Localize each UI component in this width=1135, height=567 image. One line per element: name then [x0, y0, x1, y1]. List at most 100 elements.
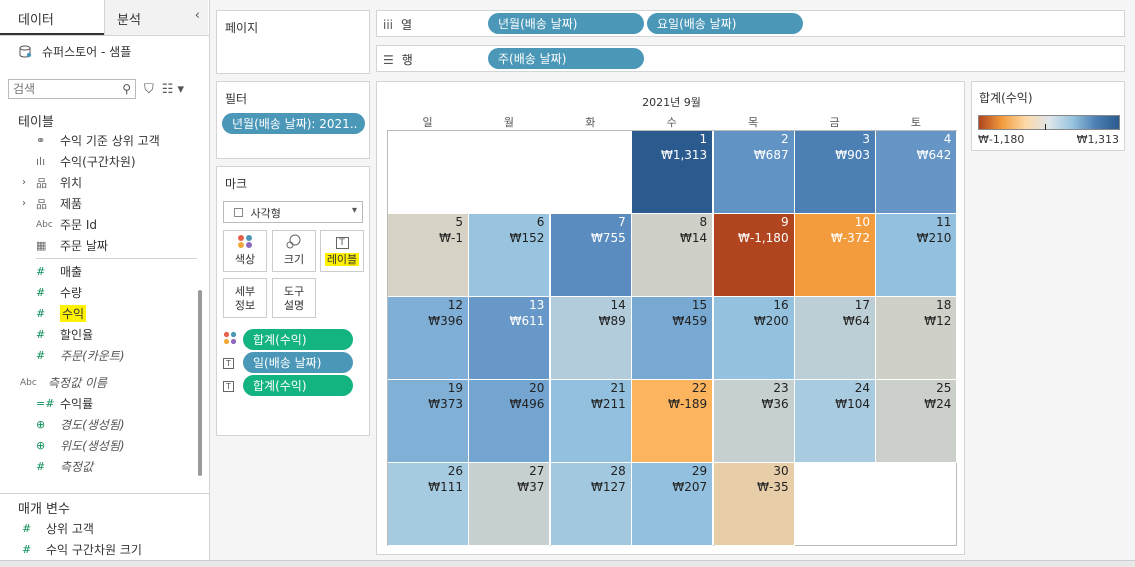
- color-button[interactable]: 색상: [223, 230, 267, 272]
- expand-arrow-icon[interactable]: ›: [22, 177, 36, 188]
- sheet-tabs-bar[interactable]: [0, 560, 1135, 567]
- parameter-item[interactable]: # 수익 구간차원 크기: [0, 539, 209, 560]
- calendar-day-cell[interactable]: 15 ₩459: [632, 297, 714, 380]
- measure-item[interactable]: # 수량: [0, 282, 209, 303]
- color-icon[interactable]: [223, 331, 243, 348]
- datasource-name: 슈퍼스토어 - 샘플: [42, 44, 132, 59]
- day-value: ₩24: [924, 397, 952, 411]
- calendar-day-cell[interactable]: 29 ₩207: [632, 463, 714, 546]
- calendar-day-cell[interactable]: 1 ₩1,313: [632, 131, 714, 214]
- field-item[interactable]: ▦ 주문 날짜: [0, 235, 209, 256]
- search-box[interactable]: ⚲: [8, 79, 136, 99]
- text-label-icon[interactable]: T: [223, 379, 243, 392]
- measure-icon: #: [36, 349, 46, 362]
- parameter-item[interactable]: # 상위 고객: [0, 518, 209, 539]
- calendar-day-cell[interactable]: 12 ₩396: [388, 297, 469, 380]
- calendar-day-cell[interactable]: 3 ₩903: [795, 131, 876, 214]
- field-item[interactable]: ⊕ 위도(생성됨): [0, 435, 209, 456]
- label-button[interactable]: T 레이블: [320, 230, 364, 272]
- mark-pill[interactable]: 합계(수익): [243, 375, 353, 396]
- weekday-header: 금: [829, 116, 840, 129]
- day-number: 16: [773, 298, 789, 312]
- field-item[interactable]: Abc 주문 Id: [0, 214, 209, 235]
- columns-shelf[interactable]: iii 열 년월(배송 날짜) 요일(배송 날짜): [376, 10, 1125, 37]
- collapse-pane-icon[interactable]: ‹: [195, 8, 200, 23]
- scrollbar[interactable]: [198, 290, 202, 476]
- calendar-day-cell[interactable]: 17 ₩64: [795, 297, 876, 380]
- calendar-day-cell[interactable]: 26 ₩111: [388, 463, 469, 546]
- size-button[interactable]: 크기: [272, 230, 316, 272]
- field-item[interactable]: ⚭ 수익 기준 상위 고객: [0, 130, 209, 151]
- calendar-day-cell[interactable]: 21 ₩211: [550, 380, 632, 463]
- size-label: 크기: [283, 253, 305, 266]
- column-pill-2[interactable]: 요일(배송 날짜): [647, 13, 803, 34]
- mark-pill[interactable]: 일(배송 날짜): [243, 352, 353, 373]
- calendar-day-cell[interactable]: 19 ₩373: [388, 380, 469, 463]
- rows-icon: ☰: [383, 53, 394, 67]
- day-number: 6: [536, 215, 545, 229]
- day-number: 10: [854, 215, 870, 229]
- search-input[interactable]: [13, 82, 113, 96]
- legend-gradient: [978, 115, 1120, 130]
- calendar-day-cell[interactable]: 4 ₩642: [876, 131, 958, 214]
- measure-item[interactable]: # 할인율: [0, 324, 209, 345]
- calendar-day-cell[interactable]: 13 ₩611: [469, 297, 551, 380]
- datasource-item[interactable]: 슈퍼스토어 - 샘플: [0, 38, 209, 64]
- filter-icon[interactable]: ⛉: [144, 82, 154, 97]
- calendar-day-cell[interactable]: 30 ₩-35: [713, 463, 795, 546]
- mark-type-select[interactable]: 사각형 ▾: [223, 201, 363, 223]
- calendar-day-cell[interactable]: 27 ₩37: [469, 463, 551, 546]
- expand-arrow-icon[interactable]: ›: [22, 198, 36, 209]
- calendar-day-cell[interactable]: 18 ₩12: [876, 297, 958, 380]
- tooltip-button[interactable]: 도구 설명: [272, 278, 316, 318]
- calendar-day-cell[interactable]: 9 ₩-1,180: [713, 214, 795, 297]
- measure-item[interactable]: # 주문(카운트): [0, 345, 209, 366]
- calendar-day-cell[interactable]: 20 ₩496: [469, 380, 551, 463]
- row-pill-1[interactable]: 주(배송 날짜): [488, 48, 644, 69]
- calendar-day-cell[interactable]: 11 ₩210: [876, 214, 958, 297]
- calendar-day-cell[interactable]: 24 ₩104: [795, 380, 876, 463]
- color-legend[interactable]: 합계(수익) ₩-1,180 ₩1,313: [971, 81, 1125, 151]
- weekday-header: 수: [666, 116, 677, 129]
- day-value: ₩-1: [439, 231, 463, 245]
- day-value: ₩642: [916, 148, 952, 162]
- calendar-day-cell[interactable]: 28 ₩127: [550, 463, 632, 546]
- hierarchy-icon: 品: [36, 176, 47, 190]
- field-item[interactable]: › 品 위치: [0, 172, 209, 193]
- marks-title: 마크: [225, 177, 248, 191]
- filters-shelf[interactable]: 필터 년월(배송 날짜): 2021..: [216, 81, 370, 159]
- measure-item[interactable]: # 수익: [0, 303, 209, 324]
- field-item[interactable]: =# 수익률: [0, 393, 209, 414]
- calendar-day-cell[interactable]: 25 ₩24: [876, 380, 958, 463]
- calendar-day-cell[interactable]: 8 ₩14: [632, 214, 714, 297]
- calendar-day-cell[interactable]: 6 ₩152: [469, 214, 551, 297]
- field-item[interactable]: ⊕ 경도(생성됨): [0, 414, 209, 435]
- field-item[interactable]: ılı 수익(구간차원): [0, 151, 209, 172]
- calendar-day-cell[interactable]: 22 ₩-189: [632, 380, 714, 463]
- field-item[interactable]: Abc 측정값 이름: [0, 372, 209, 393]
- day-number: 21: [610, 381, 626, 395]
- calendar-day-cell[interactable]: 5 ₩-1: [388, 214, 469, 297]
- dimension-list: ⚭ 수익 기준 상위 고객 ılı 수익(구간차원) › 品 위치 › 品 제품 Abc 주문 Id ▦…: [0, 130, 209, 256]
- view-options-icon[interactable]: ☷ ▾: [162, 82, 184, 97]
- measure-item[interactable]: # 매출: [0, 261, 209, 282]
- field-item[interactable]: › 品 제품: [0, 193, 209, 214]
- calendar-day-cell[interactable]: 23 ₩36: [713, 380, 795, 463]
- rows-shelf[interactable]: ☰ 행 주(배송 날짜): [376, 45, 1125, 72]
- tab-data[interactable]: 데이터: [0, 0, 104, 35]
- measure-list: # 매출 # 수량 # 수익 # 할인율 # 주문(카운트): [0, 261, 209, 366]
- filter-pill[interactable]: 년월(배송 날짜): 2021..: [222, 113, 365, 134]
- mark-pill-row: T 합계(수익): [223, 375, 353, 396]
- pages-shelf[interactable]: 페이지: [216, 10, 370, 74]
- calendar-day-cell[interactable]: 7 ₩755: [550, 214, 632, 297]
- calendar-day-cell[interactable]: 14 ₩89: [550, 297, 632, 380]
- calendar-day-cell[interactable]: 16 ₩200: [713, 297, 795, 380]
- text-label-icon[interactable]: T: [223, 356, 243, 369]
- tab-analysis[interactable]: 분석 ‹: [104, 0, 208, 35]
- field-item[interactable]: # 측정값: [0, 456, 209, 477]
- calendar-day-cell[interactable]: 2 ₩687: [713, 131, 795, 214]
- mark-pill[interactable]: 합계(수익): [243, 329, 353, 350]
- column-pill-1[interactable]: 년월(배송 날짜): [488, 13, 644, 34]
- detail-button[interactable]: 세부 정보: [223, 278, 267, 318]
- calendar-day-cell[interactable]: 10 ₩-372: [795, 214, 876, 297]
